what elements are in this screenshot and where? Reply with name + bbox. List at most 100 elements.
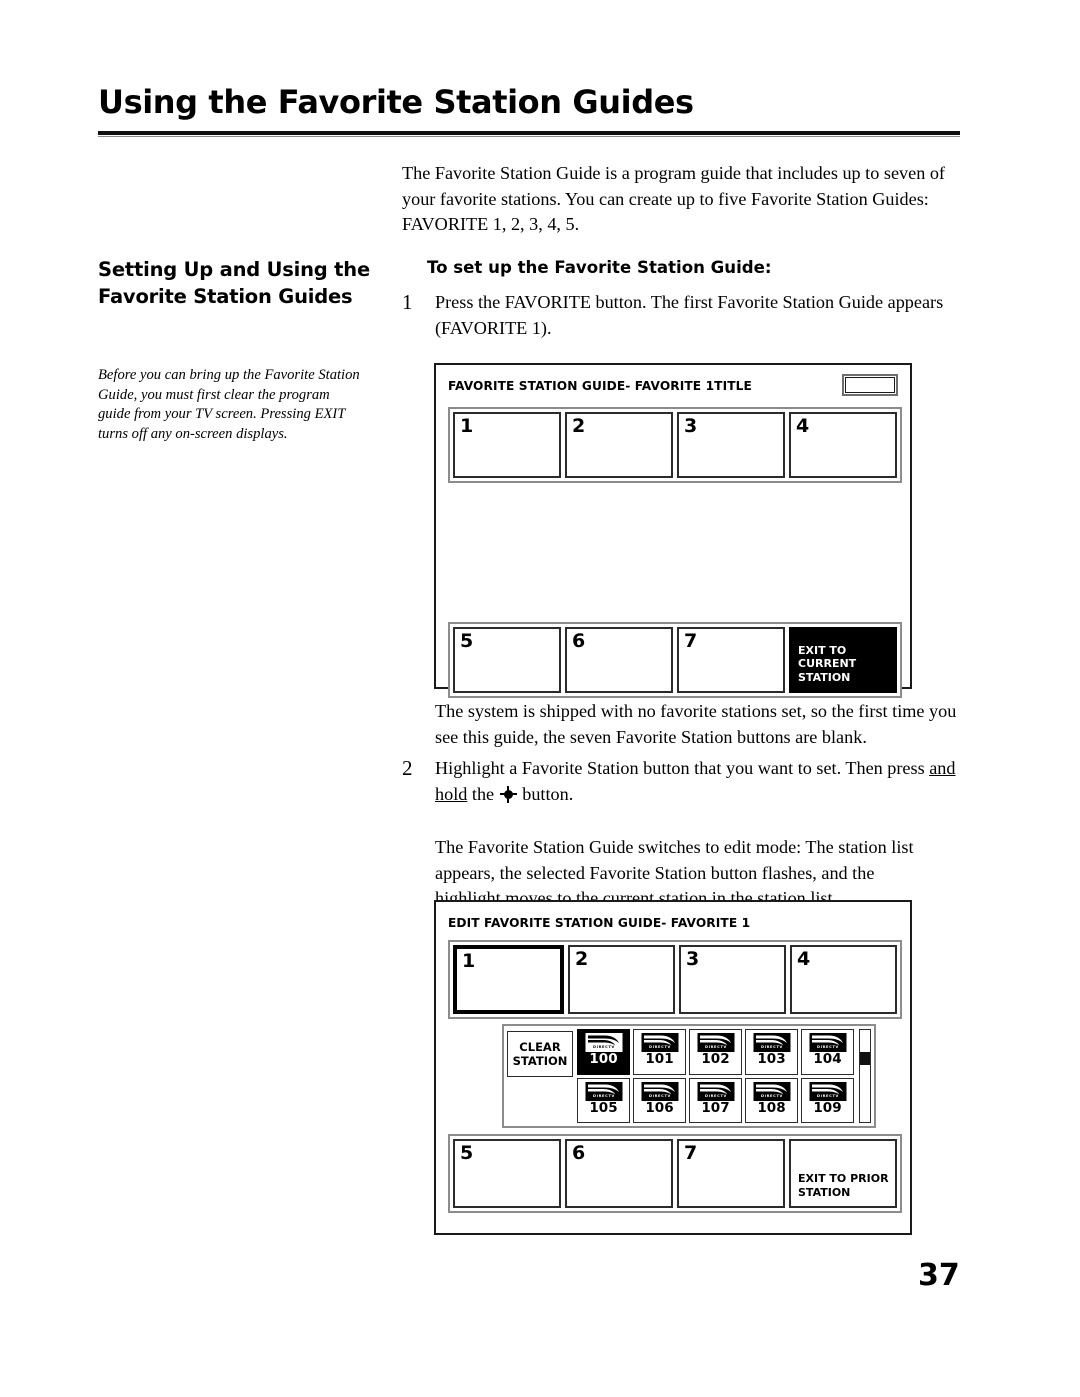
clear-station-button[interactable]: CLEAR STATION	[507, 1031, 573, 1077]
step-2: 2 Highlight a Favorite Station button th…	[402, 756, 962, 807]
exit-button-label: EXIT TO PRIOR STATION	[798, 1172, 889, 1199]
favorite-station-button-5[interactable]: 5	[453, 1139, 561, 1208]
directv-logo-icon: DIRECTV	[695, 1032, 736, 1053]
station-number: 109	[813, 1099, 842, 1116]
guide-title-slot[interactable]	[842, 374, 898, 396]
station-list-scrollbar[interactable]	[859, 1029, 871, 1123]
favorite-station-button-6[interactable]: 6	[565, 1139, 673, 1208]
edit-bottom-button-row: 5 6 7 EXIT TO PRIOR STATION	[448, 1134, 902, 1213]
directv-logo-icon: DIRECTV	[583, 1080, 624, 1102]
step-1-number: 1	[402, 290, 413, 314]
step-2-text-mid: the	[467, 783, 499, 804]
favorite-station-button-5[interactable]: 5	[453, 627, 561, 693]
station-number: 104	[813, 1051, 842, 1067]
favorite-station-button-7[interactable]: 7	[677, 1139, 785, 1208]
edit-top-button-row: 1 2 3 4	[448, 940, 902, 1019]
favorite-button-number: 7	[684, 1142, 698, 1164]
select-button-icon	[499, 785, 517, 803]
svg-text:DIRECTV: DIRECTV	[649, 1045, 671, 1049]
favorite-button-number: 3	[686, 948, 700, 970]
station-number: 101	[645, 1051, 674, 1067]
favorite-button-number: 5	[460, 630, 474, 652]
station-list-panel: CLEAR STATION DIRECTV 100 DIRECTV 101 DIRECT…	[502, 1024, 876, 1128]
favorite-station-button-1[interactable]: 1	[453, 945, 564, 1014]
step-1: 1 Press the FAVORITE button. The first F…	[402, 290, 962, 341]
svg-text:DIRECTV: DIRECTV	[705, 1045, 727, 1049]
clear-station-line-2: STATION	[512, 1054, 568, 1068]
station-tile-104[interactable]: DIRECTV 104	[801, 1029, 854, 1075]
station-number: 102	[701, 1051, 730, 1067]
favorite-button-number: 2	[572, 415, 586, 437]
step-2-number: 2	[402, 756, 413, 780]
favorite-station-button-1[interactable]: 1	[453, 412, 561, 478]
page-number: 37	[918, 1258, 960, 1293]
step-1-text: Press the FAVORITE button. The first Fav…	[435, 292, 944, 338]
favorite-button-number: 3	[684, 415, 698, 437]
station-tile-106[interactable]: DIRECTV 106	[633, 1077, 686, 1123]
favorite-button-number: 1	[460, 415, 474, 437]
station-number: 107	[701, 1099, 730, 1116]
shipped-note-paragraph: The system is shipped with no favorite s…	[435, 701, 957, 747]
favorite-station-button-2[interactable]: 2	[565, 412, 673, 478]
clear-station-line-1: CLEAR	[519, 1040, 561, 1054]
station-number: 103	[757, 1051, 786, 1067]
edit-screen-header: EDIT FAVORITE STATION GUIDE- FAVORITE 1	[448, 913, 898, 937]
station-number: 100	[589, 1051, 618, 1067]
favorite-button-number: 1	[462, 950, 476, 972]
favorite-button-number: 6	[572, 1142, 586, 1164]
guide-bottom-button-row: 5 6 7 EXIT TO CURRENT STATION	[448, 622, 902, 698]
directv-logo-icon: DIRECTV	[639, 1080, 680, 1102]
favorite-station-button-4[interactable]: 4	[789, 412, 897, 478]
favorite-station-button-2[interactable]: 2	[568, 945, 675, 1014]
favorite-button-number: 5	[460, 1142, 474, 1164]
sidebar-heading: Setting Up and Using the Favorite Statio…	[98, 258, 370, 308]
directv-logo-icon: DIRECTV	[751, 1032, 792, 1053]
directv-logo-icon: DIRECTV	[807, 1080, 848, 1102]
favorite-station-button-3[interactable]: 3	[677, 412, 785, 478]
station-tile-101[interactable]: DIRECTV 101	[633, 1029, 686, 1075]
station-number: 108	[757, 1099, 786, 1116]
favorite-station-button-3[interactable]: 3	[679, 945, 786, 1014]
guide-screen-header: FAVORITE STATION GUIDE- FAVORITE 1TITLE	[448, 374, 898, 400]
svg-text:DIRECTV: DIRECTV	[705, 1094, 727, 1098]
svg-text:DIRECTV: DIRECTV	[593, 1094, 615, 1098]
favorite-station-guide-screen: FAVORITE STATION GUIDE- FAVORITE 1TITLE …	[434, 363, 912, 698]
favorite-button-number: 4	[796, 415, 810, 437]
edit-favorite-station-guide-screen: EDIT FAVORITE STATION GUIDE- FAVORITE 1 …	[434, 900, 912, 1235]
svg-text:DIRECTV: DIRECTV	[761, 1045, 783, 1049]
exit-to-current-station-button[interactable]: EXIT TO CURRENT STATION	[789, 627, 897, 693]
favorite-station-button-4[interactable]: 4	[790, 945, 897, 1014]
favorite-button-number: 2	[575, 948, 589, 970]
intro-paragraph: The Favorite Station Guide is a program …	[402, 163, 945, 234]
exit-to-prior-station-button[interactable]: EXIT TO PRIOR STATION	[789, 1139, 897, 1208]
guide-top-button-row: 1 2 3 4	[448, 407, 902, 483]
favorite-station-button-6[interactable]: 6	[565, 627, 673, 693]
favorite-button-number: 7	[684, 630, 698, 652]
section-subheading: To set up the Favorite Station Guide:	[427, 258, 772, 277]
station-tile-107[interactable]: DIRECTV 107	[689, 1077, 742, 1123]
directv-logo-icon: DIRECTV	[639, 1032, 680, 1053]
station-number: 106	[645, 1099, 674, 1116]
station-tile-102[interactable]: DIRECTV 102	[689, 1029, 742, 1075]
station-tile-103[interactable]: DIRECTV 103	[745, 1029, 798, 1075]
sidebar-note: Before you can bring up the Favorite Sta…	[98, 367, 360, 442]
svg-text:DIRECTV: DIRECTV	[649, 1094, 671, 1098]
directv-logo-icon: DIRECTV	[583, 1032, 624, 1053]
directv-logo-icon: DIRECTV	[695, 1080, 736, 1102]
station-tile-109[interactable]: DIRECTV 109	[801, 1077, 854, 1123]
favorite-button-number: 4	[797, 948, 811, 970]
title-rule-secondary	[98, 136, 960, 137]
station-tile-100[interactable]: DIRECTV 100	[577, 1029, 630, 1075]
station-grid: DIRECTV 100 DIRECTV 101 DIRECTV 102 DIRECTV 103…	[577, 1029, 854, 1123]
scrollbar-thumb[interactable]	[860, 1052, 870, 1065]
station-number: 105	[589, 1099, 618, 1116]
station-tile-108[interactable]: DIRECTV 108	[745, 1077, 798, 1123]
svg-text:DIRECTV: DIRECTV	[593, 1045, 615, 1049]
guide-screen-header-text: FAVORITE STATION GUIDE- FAVORITE 1TITLE	[448, 379, 752, 393]
svg-text:DIRECTV: DIRECTV	[761, 1094, 783, 1098]
station-tile-105[interactable]: DIRECTV 105	[577, 1077, 630, 1123]
edit-screen-header-text: EDIT FAVORITE STATION GUIDE- FAVORITE 1	[448, 916, 751, 930]
favorite-station-button-7[interactable]: 7	[677, 627, 785, 693]
manual-page: Using the Favorite Station Guides Settin…	[0, 0, 1080, 1397]
step-2-text-after: button.	[517, 783, 574, 804]
